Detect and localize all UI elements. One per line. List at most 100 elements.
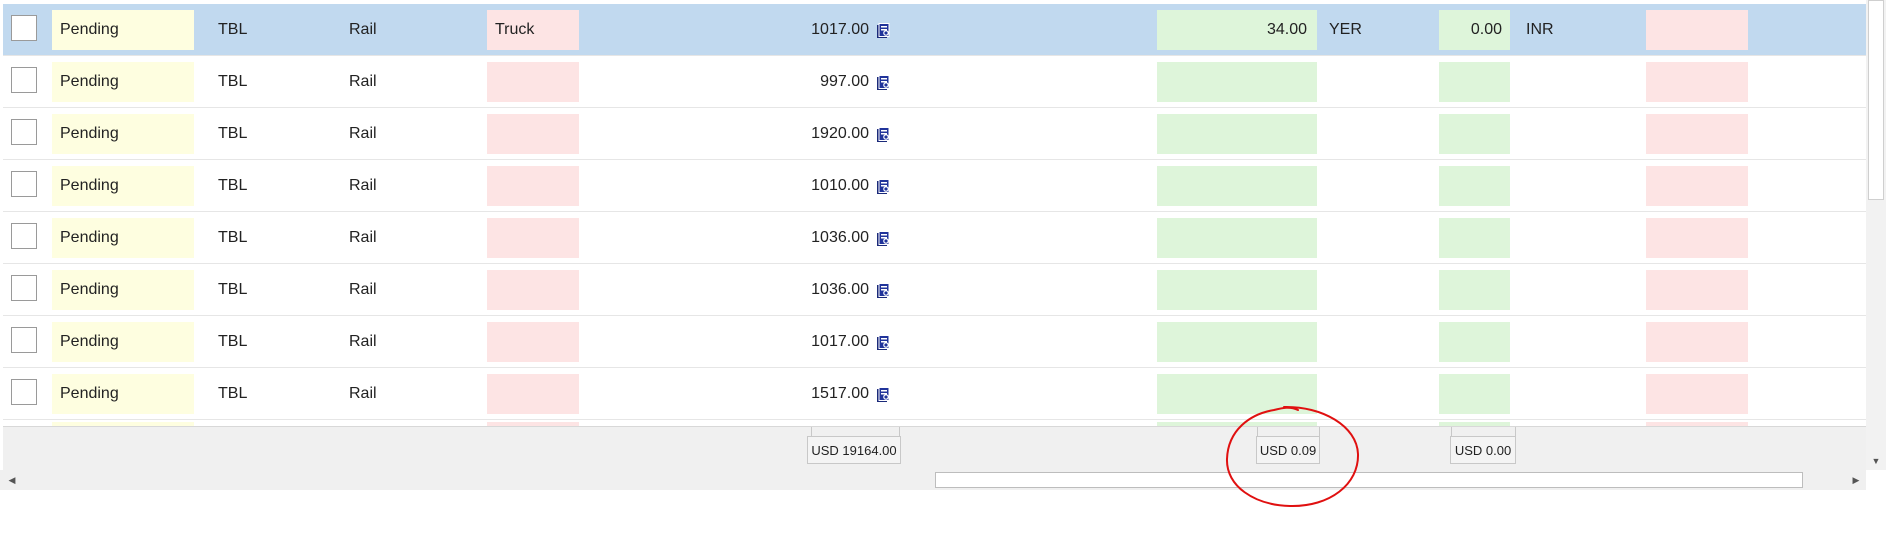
status-cell[interactable]: Pending [52,218,194,258]
status-cell[interactable]: Pending [52,114,194,154]
status-cell[interactable]: Pending [52,270,194,310]
value2-cell[interactable] [1439,322,1510,362]
mode-cell: Rail [349,21,377,38]
table-row[interactable]: Pending TBL Rail 997.00 [3,56,1866,108]
amount-cell: 1010.00 [811,177,869,194]
amount-cell: 1517.00 [811,385,869,402]
extra-cell[interactable] [1646,218,1748,258]
row-checkbox[interactable] [11,67,37,93]
document-icon[interactable] [876,387,890,403]
doc-type-cell: TBL [218,125,248,142]
currency2-cell: INR [1526,21,1554,38]
footer-separator [1319,427,1320,436]
mode-cell: Rail [349,333,377,350]
value1-cell[interactable]: 34.00 [1157,10,1317,50]
transport-cell[interactable] [487,270,579,310]
footer-separator [1451,427,1452,436]
status-cell[interactable]: Pending [52,62,194,102]
scroll-left-icon[interactable]: ◀ [2,470,22,490]
document-icon[interactable] [876,23,890,39]
footer-separator [899,427,900,436]
vertical-scroll-thumb[interactable] [1868,0,1884,200]
extra-cell[interactable] [1646,322,1748,362]
amount-cell: 1036.00 [811,229,869,246]
doc-type-cell: TBL [218,177,248,194]
row-checkbox[interactable] [11,275,37,301]
document-icon[interactable] [876,75,890,91]
table-row[interactable]: Pending TBL Rail Truck 1017.00 34.00 YER 0.00 IN… [3,4,1866,56]
currency1-cell: YER [1329,21,1362,38]
value1-cell[interactable] [1157,374,1317,414]
status-cell[interactable]: Pending [52,10,194,50]
total-value1: USD 0.09 [1256,436,1320,464]
transport-cell[interactable]: Truck [487,10,579,50]
document-icon[interactable] [876,283,890,299]
value1-cell[interactable] [1157,218,1317,258]
doc-type-cell: TBL [218,385,248,402]
status-cell[interactable]: Pending [52,166,194,206]
extra-cell[interactable] [1646,62,1748,102]
row-checkbox[interactable] [11,15,37,41]
table-row[interactable]: Pending TBL Rail 1920.00 [3,108,1866,160]
mode-cell: Rail [349,281,377,298]
value1-cell[interactable] [1157,62,1317,102]
transport-cell[interactable] [487,322,579,362]
row-checkbox[interactable] [11,119,37,145]
value2-cell[interactable]: 0.00 [1439,10,1510,50]
value2-cell[interactable] [1439,166,1510,206]
amount-cell: 1017.00 [811,21,869,38]
status-cell[interactable]: Pending [52,322,194,362]
mode-cell: Rail [349,125,377,142]
doc-type-cell: TBL [218,229,248,246]
data-grid: Pending TBL Rail Truck 1017.00 34.00 YER 0.00 IN… [0,0,1866,426]
transport-cell[interactable] [487,218,579,258]
extra-cell[interactable] [1646,166,1748,206]
mode-cell: Rail [349,385,377,402]
totals-footer: USD 19164.00 USD 0.09 USD 0.00 [3,426,1866,470]
row-checkbox[interactable] [11,171,37,197]
transport-cell[interactable] [487,166,579,206]
value2-cell[interactable] [1439,270,1510,310]
value2-cell[interactable] [1439,218,1510,258]
mode-cell: Rail [349,229,377,246]
footer-separator [811,427,812,436]
row-checkbox[interactable] [11,223,37,249]
horizontal-scrollbar[interactable]: ◀ ▶ [0,470,1866,490]
document-icon[interactable] [876,335,890,351]
value1-cell[interactable] [1157,270,1317,310]
transport-cell[interactable] [487,114,579,154]
value1-cell[interactable] [1157,322,1317,362]
document-icon[interactable] [876,127,890,143]
value1-cell[interactable] [1157,166,1317,206]
extra-cell[interactable] [1646,270,1748,310]
document-icon[interactable] [876,231,890,247]
row-checkbox[interactable] [11,327,37,353]
total-amount: USD 19164.00 [807,436,901,464]
value2-cell[interactable] [1439,114,1510,154]
table-row[interactable]: Pending TBL Rail 1010.00 [3,160,1866,212]
row-checkbox[interactable] [11,379,37,405]
doc-type-cell: TBL [218,21,248,38]
doc-type-cell: TBL [218,281,248,298]
scroll-down-icon[interactable]: ▼ [1866,452,1886,470]
horizontal-scroll-thumb[interactable] [935,472,1803,488]
amount-cell: 1920.00 [811,125,869,142]
document-icon[interactable] [876,179,890,195]
scroll-right-icon[interactable]: ▶ [1846,470,1866,490]
status-cell[interactable]: Pending [52,374,194,414]
table-row[interactable]: Pending TBL Rail 1036.00 [3,212,1866,264]
extra-cell[interactable] [1646,114,1748,154]
table-row[interactable]: Pending TBL Rail 1036.00 [3,264,1866,316]
vertical-scrollbar[interactable]: ▼ [1866,0,1886,470]
transport-cell[interactable] [487,62,579,102]
value1-cell[interactable] [1157,114,1317,154]
extra-cell[interactable] [1646,10,1748,50]
table-row[interactable]: Pending TBL Rail 1517.00 [3,368,1866,420]
value2-cell[interactable] [1439,62,1510,102]
total-value2: USD 0.00 [1450,436,1516,464]
value2-cell[interactable] [1439,374,1510,414]
mode-cell: Rail [349,73,377,90]
table-row[interactable]: Pending TBL Rail 1017.00 [3,316,1866,368]
transport-cell[interactable] [487,374,579,414]
extra-cell[interactable] [1646,374,1748,414]
